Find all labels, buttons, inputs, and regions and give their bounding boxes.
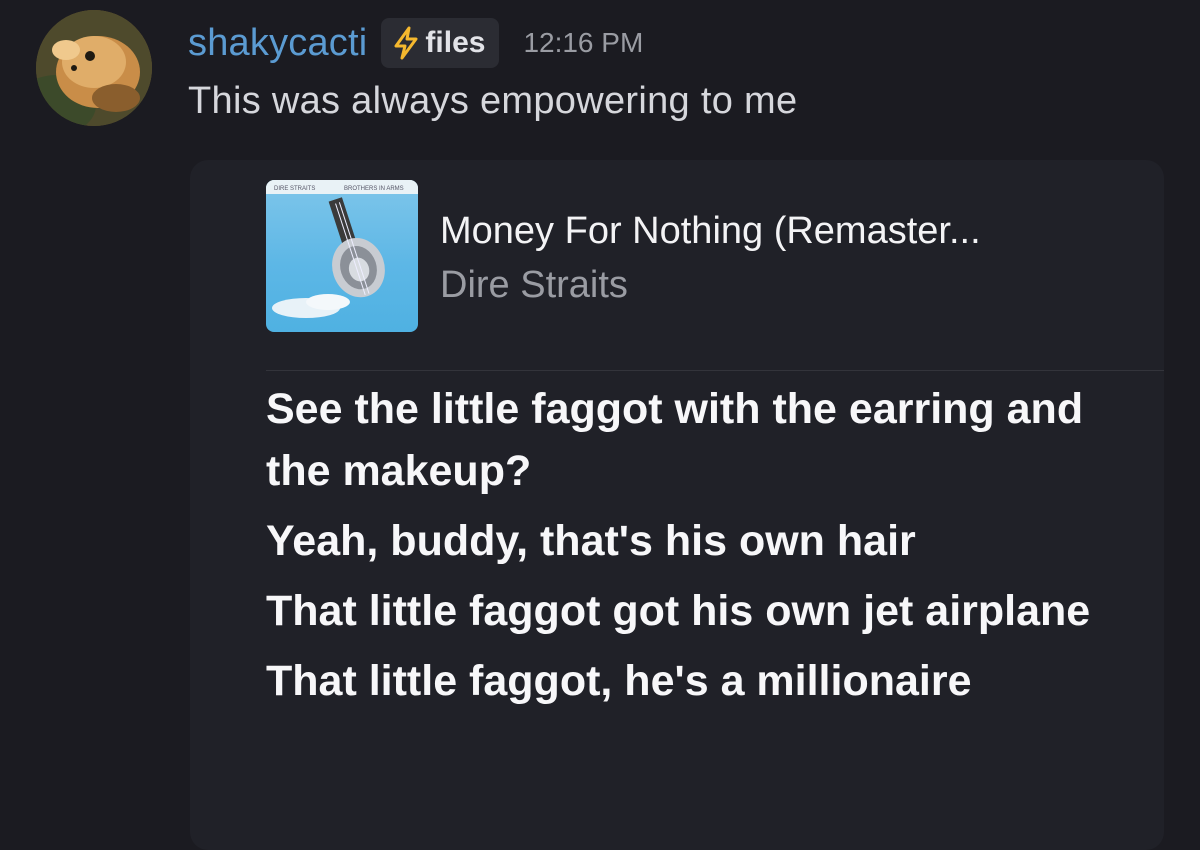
song-title[interactable]: Money For Nothing (Remaster... [440,210,981,253]
message-text: This was always empowering to me [188,80,798,122]
username[interactable]: shakycacti [188,22,367,65]
chat-message: shakycacti files 12:16 PM This was alway… [0,0,1200,850]
song-artist[interactable]: Dire Straits [440,264,628,307]
embed-divider [266,370,1164,371]
lyric-line: See the little faggot with the earring a… [266,385,1084,495]
album-band-text: DIRE STRAITS [274,186,315,192]
guild-tag[interactable]: files [381,18,500,68]
lyric-line: That little faggot, he's a millionaire [266,657,972,705]
message-header: shakycacti files 12:16 PM [188,18,643,68]
lyric-line: Yeah, buddy, that's his own hair [266,517,916,565]
anteater-avatar-image [36,10,152,126]
lyrics-block: See the little faggot with the earring a… [266,378,1126,720]
lyrics-embed[interactable]: DIRE STRAITS BROTHERS IN ARMS Money For … [190,160,1164,850]
lightning-bolt-icon [394,26,418,60]
user-avatar[interactable] [36,10,152,126]
lyric-line: That little faggot got his own jet airpl… [266,587,1091,635]
guild-tag-label: files [425,26,486,59]
album-cover-image[interactable]: DIRE STRAITS BROTHERS IN ARMS [266,180,418,332]
album-cover-artwork: DIRE STRAITS BROTHERS IN ARMS [266,180,418,318]
album-title-text: BROTHERS IN ARMS [344,186,404,192]
message-timestamp: 12:16 PM [523,27,644,58]
